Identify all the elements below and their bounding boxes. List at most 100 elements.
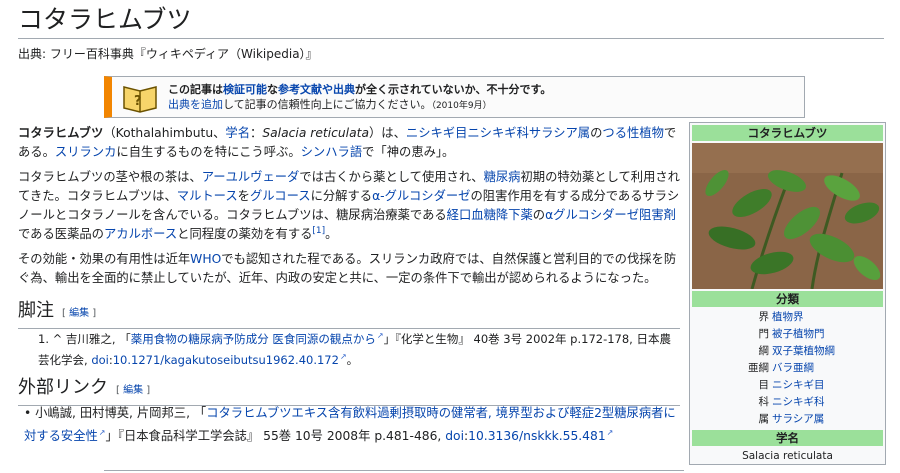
- text-run: • 小嶋誠, 田村博英, 片岡邦三, 「: [24, 406, 207, 420]
- intro-paragraph-2: コタラヒムブツの茎や根の茶は、アーユルヴェーダでは古くから薬として使用され、糖尿…: [18, 168, 680, 244]
- text-run: （Kothalahimbutu、: [103, 126, 226, 140]
- reference-list: 1. ^ 吉川雅之, 「薬用食物の糖尿病予防成分 医食同源の観点から」『化学と生…: [38, 327, 678, 369]
- text-run: を: [237, 189, 250, 203]
- taxon-link[interactable]: ニシキギ目: [772, 377, 885, 394]
- wiki-link[interactable]: アーユルヴェーダ: [202, 170, 300, 184]
- edit-bracket: [: [62, 308, 66, 319]
- text-run: である医薬品の: [18, 227, 104, 241]
- wiki-link[interactable]: マルトース: [177, 189, 238, 203]
- edit-section: [ 編集 ]: [116, 385, 150, 396]
- wiki-link[interactable]: 糖尿病: [484, 170, 521, 184]
- edit-section: [ 編集 ]: [62, 308, 96, 319]
- rank-label: 門: [758, 328, 770, 340]
- taxon-row: 亜綱 バラ亜綱: [690, 360, 885, 377]
- wiki-link[interactable]: αグルコシダーゼ阻害剤: [545, 208, 676, 222]
- external-link[interactable]: 薬用食物の糖尿病予防成分 医食同源の観点から: [131, 332, 384, 346]
- rank-label: 科: [758, 396, 770, 408]
- text-run: 。: [325, 227, 338, 241]
- wiki-link[interactable]: α-グルコシダーゼ: [372, 189, 470, 203]
- edit-bracket: ]: [92, 308, 97, 319]
- rank-label: 亜綱: [748, 362, 769, 374]
- verifiability-link[interactable]: 検証可能: [223, 83, 267, 96]
- references-link[interactable]: 参考文献や出典: [278, 83, 355, 96]
- taxobox-title: コタラヒムブツ: [692, 125, 883, 141]
- external-link-list: • 小嶋誠, 田村博英, 片岡邦三, 「コタラヒムブツエキス含有飲料過剰摂取時の…: [24, 404, 680, 446]
- book-question-icon: ?: [123, 86, 157, 113]
- text-run: コタラヒムブツ: [18, 126, 104, 140]
- edit-bracket: ]: [146, 385, 151, 396]
- wiki-link[interactable]: グルコース: [250, 189, 311, 203]
- taxon-link[interactable]: バラ亜綱: [772, 360, 885, 377]
- taxon-link[interactable]: ニシキギ科: [772, 394, 885, 411]
- plant-photo[interactable]: [692, 143, 883, 289]
- text-run: その効能・効果の有用性は近年: [18, 252, 191, 266]
- taxon-link[interactable]: サラシア属: [772, 411, 885, 428]
- notice-text: な: [267, 83, 278, 96]
- text-run: の: [590, 126, 603, 140]
- taxon-row: 属サラシア属: [690, 411, 885, 428]
- wiki-link[interactable]: スリランカ: [55, 145, 117, 159]
- svg-text:?: ?: [134, 94, 142, 109]
- text-run: で「神の恵み」。: [362, 145, 455, 159]
- text-run: Salacia reticulata: [262, 126, 369, 140]
- notice-box: ? この記事は検証可能な参考文献や出典が全く示されていないか、不十分です。 出典…: [104, 76, 805, 118]
- notice-text: が全く示されていないか、不十分です。: [355, 83, 552, 96]
- scientific-name: Salacia reticulata: [742, 450, 833, 462]
- article-body: コタラヒムブツ（Kothalahimbutu、学名：Salacia reticu…: [18, 124, 680, 294]
- site-sub: 出典: フリー百科事典『ウィキペディア（Wikipedia）』: [18, 47, 318, 61]
- wiki-link[interactable]: つる性植物: [602, 126, 664, 140]
- wiki-link[interactable]: WHO: [190, 252, 221, 266]
- taxon-link[interactable]: 植物界: [772, 309, 885, 326]
- text-run: 。: [346, 352, 359, 367]
- taxon-row: 綱双子葉植物綱: [690, 343, 885, 360]
- wiki-link[interactable]: 学名: [225, 126, 250, 140]
- wiki-link[interactable]: [1]: [312, 226, 325, 236]
- wiki-link[interactable]: 経口血糖降下薬: [447, 208, 533, 222]
- text-run: では古くから薬として使用され、: [299, 170, 484, 184]
- reference-item: 1. ^ 吉川雅之, 「薬用食物の糖尿病予防成分 医食同源の観点から」『化学と生…: [38, 327, 678, 369]
- text-run: 1. ^: [38, 331, 66, 346]
- external-link-item: • 小嶋誠, 田村博英, 片岡邦三, 「コタラヒムブツエキス含有飲料過剰摂取時の…: [24, 404, 680, 446]
- text-run: コタラヒムブツの茎や根の茶は、: [18, 170, 202, 184]
- edit-external-links-link[interactable]: 編集: [123, 385, 143, 396]
- taxon-row: 科ニシキギ科: [690, 394, 885, 411]
- wiki-link[interactable]: doi: [91, 353, 109, 367]
- text-run: に分解する: [310, 189, 373, 203]
- text-run: と同程度の薬効を有する: [177, 227, 313, 241]
- notes-heading-text: 脚注: [18, 300, 54, 321]
- footer-divider: [104, 470, 684, 471]
- taxon-link[interactable]: 被子植物門: [772, 326, 885, 343]
- edit-notes-link[interactable]: 編集: [69, 308, 89, 319]
- external-link[interactable]: 10.3136/nskkk.55.481: [468, 429, 613, 443]
- wiki-link[interactable]: doi: [445, 429, 464, 443]
- taxobox: コタラヒムブツ 分類 界植物界 門被子植物門 綱双子葉植物綱 亜綱 バラ亜綱 目ニ…: [689, 122, 886, 465]
- plant-photo-drawing: [692, 143, 883, 289]
- taxon-row: 門被子植物門: [690, 326, 885, 343]
- taxon-link[interactable]: 双子葉植物綱: [772, 343, 885, 360]
- taxobox-classification-header: 分類: [692, 291, 883, 307]
- text-run: 」『日本食品科学工学会誌』 55巻 10号 2008年 p.481-486,: [105, 429, 446, 444]
- page-title: コタラヒムブツ: [18, 4, 884, 39]
- edit-bracket: [: [116, 385, 120, 396]
- add-source-link[interactable]: 出典を追加: [168, 98, 223, 111]
- text-run: 吉川雅之, 「: [65, 331, 131, 346]
- text-run: ：: [250, 126, 263, 140]
- taxobox-rows: 界植物界 門被子植物門 綱双子葉植物綱 亜綱 バラ亜綱 目ニシキギ目 科ニシキギ科…: [690, 309, 885, 428]
- text-run: に自生するものを特にこう呼ぶ。: [116, 145, 301, 159]
- external-links-heading-text: 外部リンク: [18, 377, 108, 398]
- taxon-row: 目ニシキギ目: [690, 377, 885, 394]
- rank-label: 綱: [758, 345, 770, 357]
- external-links-heading: 外部リンク [ 編集 ]: [18, 377, 680, 406]
- wiki-link[interactable]: シンハラ語: [301, 145, 363, 159]
- external-link[interactable]: 10.1271/kagakutoseibutsu1962.40.172: [113, 353, 347, 367]
- text-run: の: [532, 208, 546, 222]
- text-run: ）は、: [368, 126, 406, 140]
- intro-paragraph-1: コタラヒムブツ（Kothalahimbutu、学名：Salacia reticu…: [18, 124, 680, 162]
- wiki-link[interactable]: ニシキギ目ニシキギ科サラシア属: [406, 126, 590, 140]
- taxon-row: 界植物界: [690, 309, 885, 326]
- intro-paragraph-3: その効能・効果の有用性は近年WHOでも認知された程である。スリランカ政府では、自…: [18, 250, 680, 288]
- rank-label: 界: [758, 311, 770, 323]
- rank-label: 属: [758, 413, 770, 425]
- notes-heading: 脚注 [ 編集 ]: [18, 300, 680, 329]
- wiki-link[interactable]: アカルボース: [104, 227, 177, 241]
